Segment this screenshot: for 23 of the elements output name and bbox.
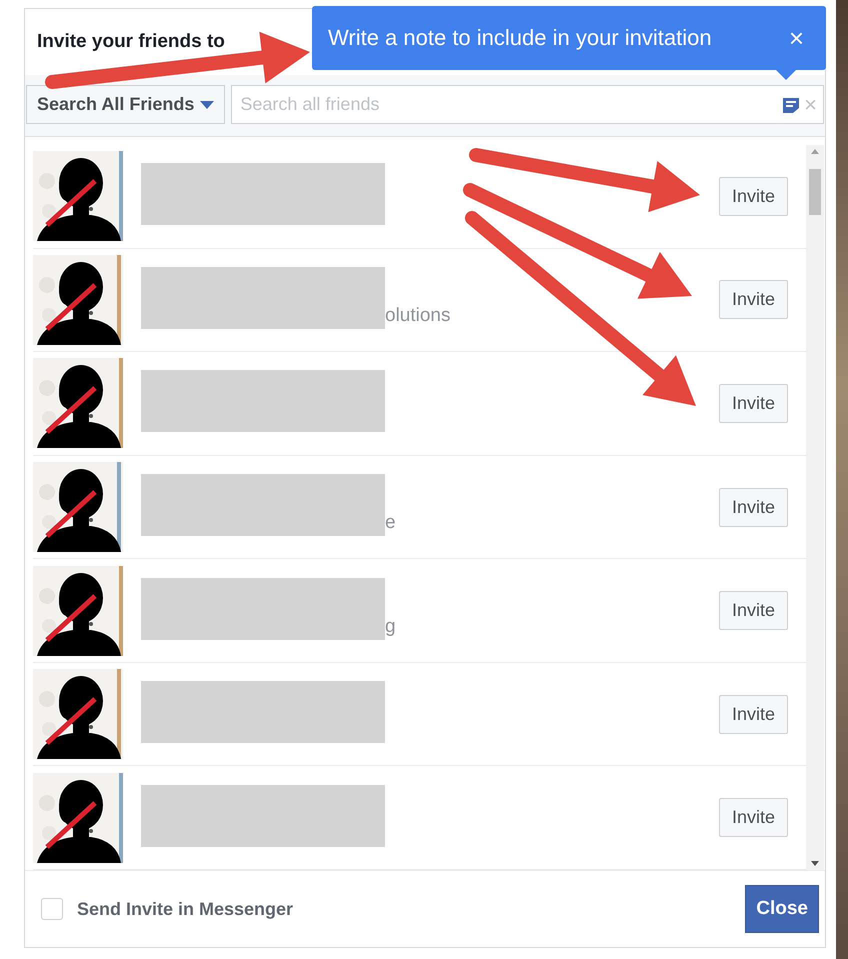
- invite-button[interactable]: Invite: [718, 798, 788, 838]
- scope-dropdown[interactable]: Search All Friends: [26, 85, 226, 124]
- scroll-down-icon[interactable]: [811, 861, 819, 866]
- friend-subtitle: e: [385, 512, 396, 534]
- invite-button[interactable]: Invite: [718, 488, 788, 527]
- close-button[interactable]: ×: [782, 22, 810, 54]
- tooltip-text: Write a note to include in your invitation: [328, 25, 712, 51]
- invite-button[interactable]: Invite: [718, 176, 788, 216]
- dialog-title: Invite your friends to: [37, 31, 225, 53]
- close-button[interactable]: Close: [745, 885, 819, 933]
- scrollbar[interactable]: [806, 145, 824, 870]
- invite-button[interactable]: Invite: [718, 384, 788, 423]
- note-icon[interactable]: [782, 96, 800, 114]
- caret-icon: [200, 100, 214, 108]
- checkbox-label: Send Invite in Messenger: [77, 898, 294, 920]
- scroll-up-icon[interactable]: [811, 149, 819, 154]
- friend-subtitle: g: [385, 616, 396, 638]
- messenger-checkbox[interactable]: [41, 898, 63, 920]
- scroll-thumb[interactable]: [809, 169, 821, 215]
- invite-button[interactable]: Invite: [718, 280, 788, 320]
- invite-button[interactable]: Invite: [718, 694, 788, 734]
- invite-button[interactable]: Invite: [718, 591, 788, 630]
- friend-subtitle: olutions: [385, 304, 450, 327]
